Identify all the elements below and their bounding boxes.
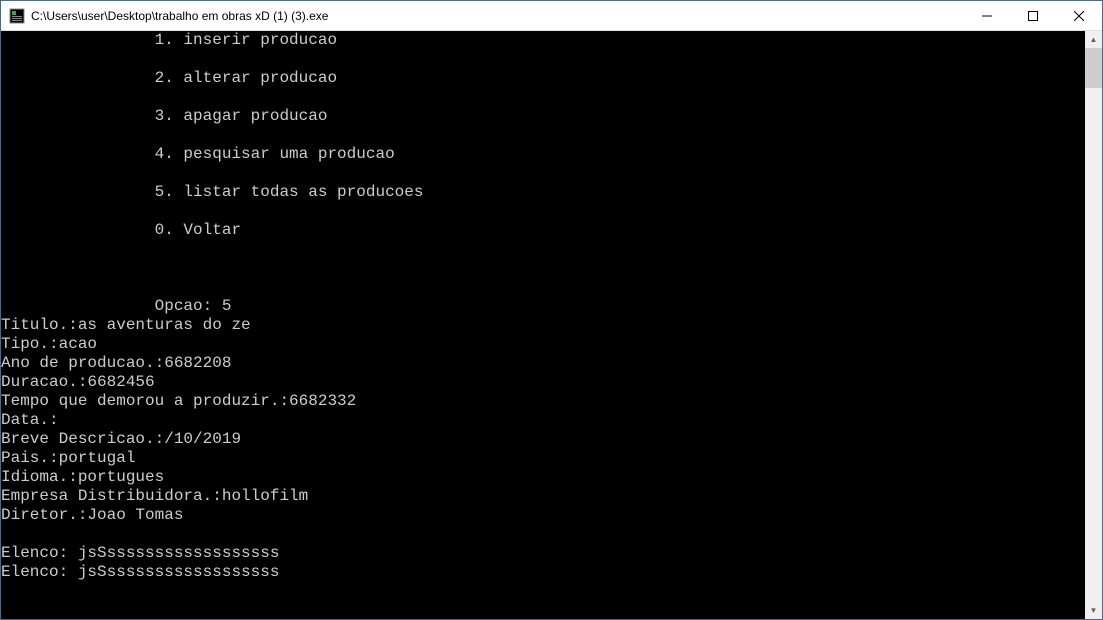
blank-line [1, 278, 1085, 297]
chevron-up-icon: ▲ [1090, 35, 1098, 44]
maximize-button[interactable] [1010, 1, 1056, 30]
output-duracao: Duracao.:6682456 [1, 373, 1085, 392]
blank-line [1, 259, 1085, 278]
output-elenco2: Elenco: jsSssssssssssssssssss [1, 563, 1085, 582]
titlebar[interactable]: C:\Users\user\Desktop\trabalho em obras … [1, 1, 1102, 31]
output-ano: Ano de producao.:6682208 [1, 354, 1085, 373]
vertical-scrollbar[interactable]: ▲ ▼ [1085, 31, 1102, 619]
close-button[interactable] [1056, 1, 1102, 30]
scrollbar-up-button[interactable]: ▲ [1085, 31, 1102, 48]
blank-line [1, 164, 1085, 183]
output-titulo: Titulo.:as aventuras do ze [1, 316, 1085, 335]
menu-item-2: 2. alterar producao [1, 69, 1085, 88]
scrollbar-thumb[interactable] [1085, 48, 1102, 88]
output-diretor: Diretor.:Joao Tomas [1, 506, 1085, 525]
output-tipo: Tipo.:acao [1, 335, 1085, 354]
application-window: C:\Users\user\Desktop\trabalho em obras … [0, 0, 1103, 620]
output-descricao: Breve Descricao.:/10/2019 [1, 430, 1085, 449]
scrollbar-down-button[interactable]: ▼ [1085, 602, 1102, 619]
console-output[interactable]: 1. inserir producao 2. alterar producao … [1, 31, 1085, 619]
menu-item-3: 3. apagar producao [1, 107, 1085, 126]
menu-item-5: 5. listar todas as producoes [1, 183, 1085, 202]
blank-line [1, 240, 1085, 259]
content-area: 1. inserir producao 2. alterar producao … [1, 31, 1102, 619]
chevron-down-icon: ▼ [1090, 606, 1098, 615]
output-data: Data.: [1, 411, 1085, 430]
output-pais: Pais.:portugal [1, 449, 1085, 468]
output-elenco1: Elenco: jsSssssssssssssssssss [1, 544, 1085, 563]
minimize-button[interactable] [964, 1, 1010, 30]
app-icon [9, 8, 25, 24]
blank-line [1, 126, 1085, 145]
menu-item-0: 0. Voltar [1, 221, 1085, 240]
blank-line [1, 50, 1085, 69]
window-title: C:\Users\user\Desktop\trabalho em obras … [31, 9, 964, 23]
blank-line [1, 525, 1085, 544]
window-controls [964, 1, 1102, 30]
menu-item-1: 1. inserir producao [1, 31, 1085, 50]
blank-line [1, 202, 1085, 221]
scrollbar-track[interactable] [1085, 48, 1102, 602]
output-tempo: Tempo que demorou a produzir.:6682332 [1, 392, 1085, 411]
menu-item-4: 4. pesquisar uma producao [1, 145, 1085, 164]
blank-line [1, 88, 1085, 107]
output-empresa: Empresa Distribuidora.:hollofilm [1, 487, 1085, 506]
output-idioma: Idioma.:portugues [1, 468, 1085, 487]
option-prompt: Opcao: 5 [1, 297, 1085, 316]
